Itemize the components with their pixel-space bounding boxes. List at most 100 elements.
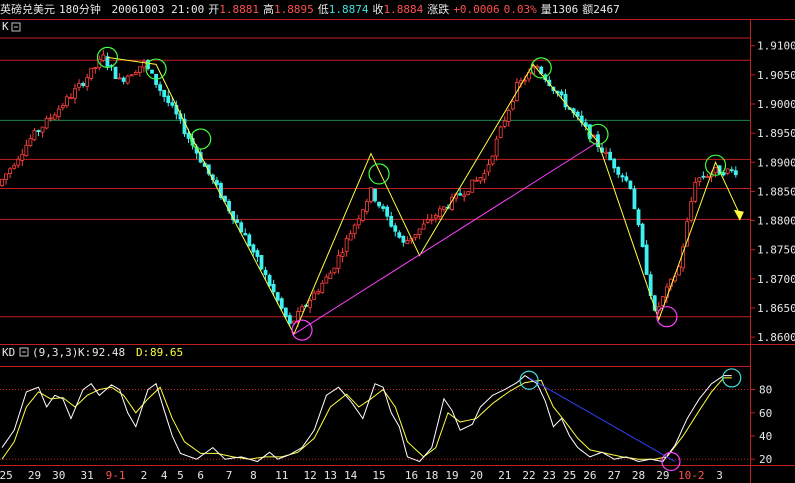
candle-up: [52, 114, 57, 120]
candle-down: [287, 315, 292, 324]
date-tick-label: 13: [324, 469, 337, 482]
candle-up: [0, 178, 4, 187]
candle-down: [170, 102, 175, 106]
candle-up: [308, 300, 313, 308]
candle-up: [348, 233, 353, 241]
main-panel-label: K: [2, 20, 9, 33]
candle-up: [705, 176, 710, 178]
candle-down: [105, 56, 110, 67]
kd-k-label: K:: [78, 346, 91, 359]
date-tick-label: 21: [498, 469, 511, 482]
candle-up: [60, 105, 65, 108]
price-tick-label: 1.8800: [757, 215, 795, 228]
candle-down: [121, 77, 126, 82]
candle-up: [494, 138, 499, 157]
candle-up: [16, 158, 21, 166]
candle-up: [300, 306, 304, 313]
price-levels: [0, 37, 750, 318]
candle-down: [158, 84, 163, 91]
candle-down: [620, 175, 625, 178]
date-tick-label: 22: [522, 469, 535, 482]
marker-circle: [291, 319, 313, 341]
candle-down: [381, 206, 386, 209]
candle-up: [677, 266, 681, 276]
candle-up: [48, 117, 53, 120]
date-tick-label: 29: [28, 469, 41, 482]
candle-up: [693, 181, 698, 202]
candle-up: [324, 276, 329, 284]
candle-up: [433, 215, 438, 219]
candle-down: [636, 209, 641, 226]
date-tick-label: 11: [275, 469, 288, 482]
date-tick-label: 28: [632, 469, 645, 482]
candle-up: [498, 126, 503, 138]
candle-up: [478, 177, 483, 182]
candle-up: [73, 88, 77, 99]
candle-up: [129, 74, 134, 77]
candle-up: [360, 209, 365, 221]
trend-lines: [96, 46, 744, 341]
candle-up: [356, 218, 361, 226]
candle-up: [713, 167, 718, 174]
kd-tick-label: 20: [759, 453, 772, 466]
candle-down: [150, 69, 154, 74]
candle-up: [89, 67, 94, 79]
magenta-trend-line: [293, 141, 599, 335]
candle-up: [44, 117, 49, 129]
kd-k-value: 92.48: [92, 346, 125, 359]
candle-down: [612, 158, 617, 169]
price-tick-label: 1.8850: [757, 185, 795, 198]
date-tick-label: 27: [608, 469, 621, 482]
candle-up: [442, 206, 446, 210]
candle-up: [32, 130, 37, 141]
candle-down: [255, 250, 260, 257]
candle-down: [389, 215, 394, 227]
candle-up: [85, 77, 90, 87]
candle-down: [644, 244, 649, 275]
date-tick-label: 29: [656, 469, 669, 482]
candle-down: [373, 188, 377, 202]
date-tick-label: 31: [81, 469, 94, 482]
candle-up: [340, 252, 345, 257]
candle-up: [413, 233, 418, 238]
candle-up: [421, 223, 426, 230]
candle-down: [239, 222, 244, 233]
kd-lines: [1, 368, 742, 472]
candle-up: [4, 173, 8, 180]
candle-down: [701, 175, 706, 178]
price-tick-label: 1.8900: [757, 156, 795, 169]
candle-down: [608, 151, 613, 161]
date-tick-label: 15: [372, 469, 385, 482]
candle-up: [604, 151, 608, 154]
candle-up: [510, 101, 515, 110]
kd-params: (9,3,3): [32, 346, 78, 359]
candle-down: [113, 66, 118, 80]
candle-up: [502, 120, 507, 127]
price-tick-label: 1.8650: [757, 302, 795, 315]
candle-up: [69, 97, 73, 99]
candle-down: [283, 307, 288, 318]
candle-up: [417, 228, 422, 235]
date-tick-label: 14: [344, 469, 358, 482]
date-tick-label: 23: [543, 469, 556, 482]
kd-tick-label: 60: [759, 407, 772, 420]
chart-canvas[interactable]: 1.9100 1.9050 1.9000 1.8950 1.8900 1.8850 1.88…: [0, 0, 795, 483]
candle-down: [397, 232, 402, 238]
candle-down: [393, 225, 398, 232]
candle-down: [271, 283, 276, 293]
candle-down: [235, 219, 240, 223]
date-tick-label: 10-2: [678, 469, 705, 482]
kd-marker-circle: [519, 370, 539, 390]
date-tick-label: 3: [716, 469, 723, 482]
candle-up: [64, 96, 69, 107]
price-tick-label: 1.9000: [757, 98, 795, 111]
candle-up: [332, 267, 337, 274]
date-tick-label: 25: [563, 469, 576, 482]
date-tick-label: 12: [304, 469, 317, 482]
candle-up: [137, 66, 142, 73]
marker-circle: [368, 163, 390, 185]
candle-up: [133, 72, 138, 75]
candle-up: [369, 187, 373, 202]
candle-up: [312, 292, 317, 300]
date-tick-label: 19: [445, 469, 458, 482]
